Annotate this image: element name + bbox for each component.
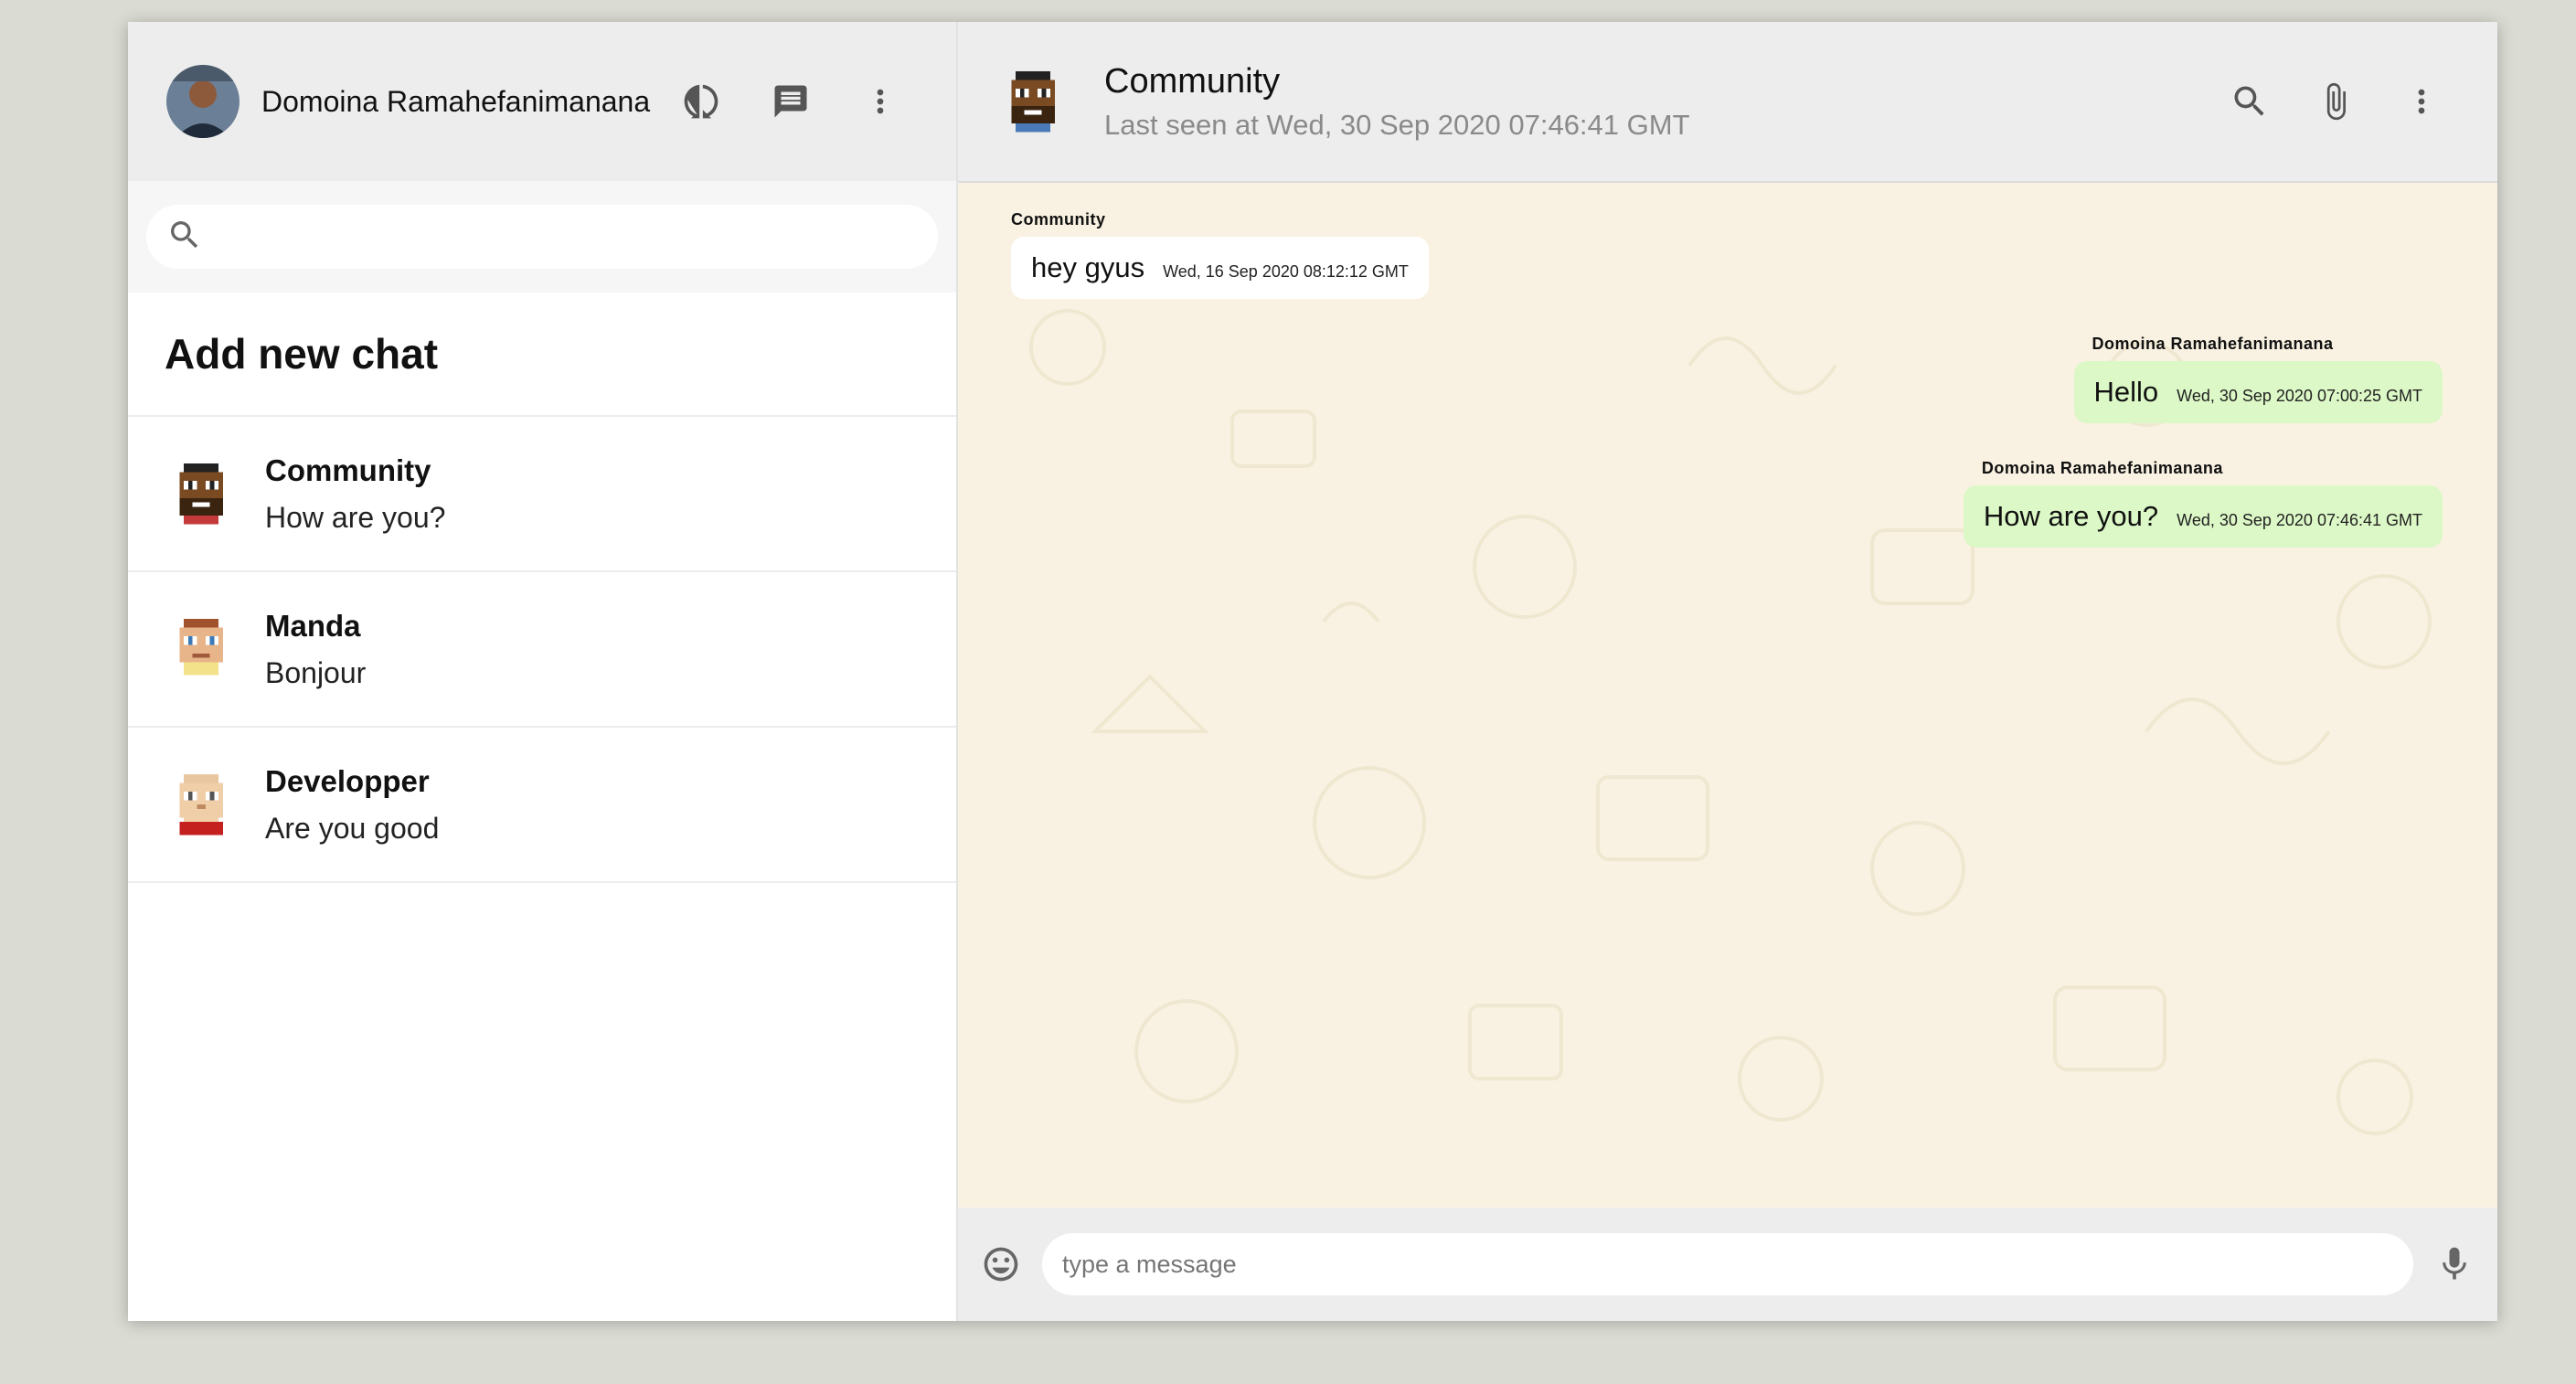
message-time: Wed, 30 Sep 2020 07:46:41 GMT: [2177, 511, 2422, 529]
chat-name: Manda: [265, 608, 361, 643]
chat-name: Community: [265, 452, 431, 487]
user-name: Domoina Ramahefanimanana: [261, 84, 651, 118]
chat-title: Community: [1104, 61, 1281, 101]
avatar: [166, 614, 236, 684]
message: Community hey gyus Wed, 16 Sep 2020 08:1…: [1011, 210, 1429, 299]
message-bubble[interactable]: hey gyus Wed, 16 Sep 2020 08:12:12 GMT: [1011, 237, 1429, 299]
message-input[interactable]: [1060, 1249, 2395, 1280]
chat-panel: Community Last seen at Wed, 30 Sep 2020 …: [958, 22, 2497, 1321]
message-text: Hello: [2093, 376, 2159, 408]
add-new-chat-button[interactable]: Add new chat: [128, 293, 956, 417]
message-time: Wed, 16 Sep 2020 08:12:12 GMT: [1163, 262, 1409, 281]
chat-name: Developper: [265, 763, 430, 798]
message-field[interactable]: [1042, 1233, 2413, 1295]
chat-last-message: Bonjour: [265, 655, 367, 689]
chat-list-item[interactable]: Community How are you?: [128, 417, 956, 572]
status-icon[interactable]: [680, 80, 722, 122]
avatar: [166, 770, 236, 839]
search-bar: [128, 181, 956, 293]
chat-list-item[interactable]: Developper Are you good: [128, 728, 956, 883]
search-icon[interactable]: [2229, 80, 2271, 122]
message: Domoina Ramahefanimanana Hello Wed, 30 S…: [2073, 335, 2443, 423]
new-chat-icon[interactable]: [770, 80, 812, 122]
message-time: Wed, 30 Sep 2020 07:00:25 GMT: [2177, 387, 2422, 405]
message-author: Domoina Ramahefanimanana: [1981, 459, 2223, 477]
avatar[interactable]: [166, 65, 240, 138]
avatar: [166, 459, 236, 528]
chat-last-message: Are you good: [265, 811, 440, 845]
composer: [958, 1208, 2497, 1321]
last-seen-text: Last seen at Wed, 30 Sep 2020 07:46:41 G…: [1104, 108, 1690, 141]
search-input[interactable]: [216, 221, 918, 252]
message-bubble[interactable]: Hello Wed, 30 Sep 2020 07:00:25 GMT: [2073, 361, 2443, 423]
message-bubble[interactable]: How are you? Wed, 30 Sep 2020 07:46:41 G…: [1963, 485, 2443, 548]
search-field[interactable]: [146, 205, 938, 269]
message-author: Community: [1011, 210, 1106, 229]
app-window: Domoina Ramahefanimanana Add new chat Co…: [128, 22, 2497, 1321]
message-text: hey gyus: [1031, 251, 1145, 283]
more-vert-icon[interactable]: [2400, 80, 2443, 122]
more-vert-icon[interactable]: [859, 80, 901, 122]
emoji-icon[interactable]: [980, 1243, 1022, 1285]
attach-icon[interactable]: [2315, 80, 2357, 122]
message-author: Domoina Ramahefanimanana: [2092, 335, 2334, 353]
search-icon: [166, 217, 203, 258]
mic-icon[interactable]: [2433, 1243, 2475, 1285]
chat-header: Community Last seen at Wed, 30 Sep 2020 …: [958, 22, 2497, 183]
sidebar: Domoina Ramahefanimanana Add new chat Co…: [128, 22, 958, 1321]
message: Domoina Ramahefanimanana How are you? We…: [1963, 459, 2443, 548]
message-text: How are you?: [1983, 500, 2159, 532]
avatar[interactable]: [998, 65, 1068, 138]
message-area[interactable]: Community hey gyus Wed, 16 Sep 2020 08:1…: [958, 183, 2497, 1208]
chat-last-message: How are you?: [265, 500, 446, 534]
chat-list-item[interactable]: Manda Bonjour: [128, 572, 956, 728]
sidebar-header: Domoina Ramahefanimanana: [128, 22, 956, 181]
